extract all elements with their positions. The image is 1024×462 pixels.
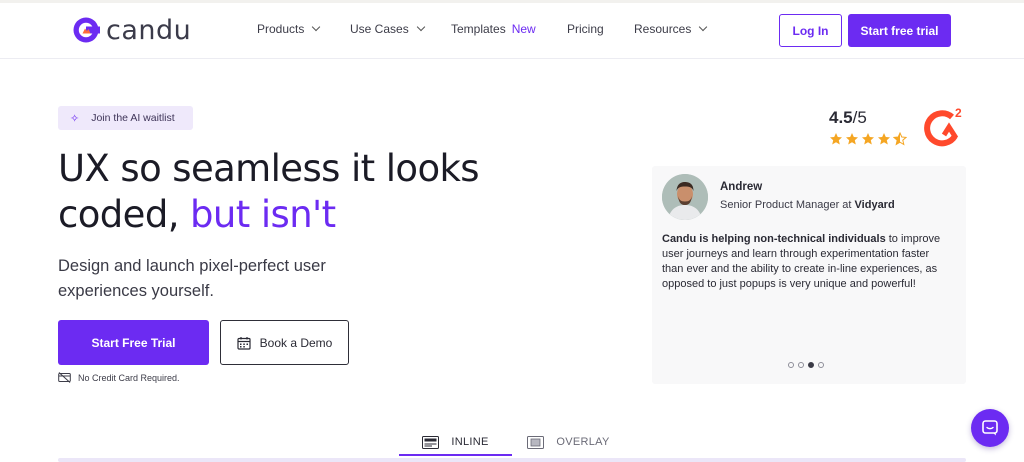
avatar xyxy=(662,174,708,220)
ai-waitlist-pill[interactable]: ✧ Join the AI waitlist xyxy=(58,106,193,130)
inline-layout-icon xyxy=(422,435,440,449)
chevron-down-icon xyxy=(416,22,425,32)
star-icon xyxy=(846,133,858,145)
book-demo-label: Book a Demo xyxy=(259,335,333,350)
nav-resources-label: Resources xyxy=(634,22,692,36)
nav-templates-label: Templates xyxy=(451,22,506,36)
carousel-dot[interactable] xyxy=(798,362,804,368)
rating-score: 4.5/5 xyxy=(829,108,867,128)
testimonial-name: Andrew xyxy=(720,181,763,193)
start-free-trial-button[interactable]: Start Free Trial xyxy=(58,320,209,365)
tab-inline[interactable]: INLINE xyxy=(399,428,512,456)
overlay-layout-icon xyxy=(527,435,545,449)
rating-out-of: /5 xyxy=(852,108,867,127)
preview-frame-edge xyxy=(58,458,966,462)
person-avatar-icon xyxy=(662,174,708,220)
testimonial-role: Senior Product Manager at Vidyard xyxy=(720,199,895,211)
carousel-dots xyxy=(788,362,828,368)
login-button[interactable]: Log In xyxy=(779,14,842,47)
testimonial-quote-bold: Candu is helping non-technical individua… xyxy=(662,233,886,245)
sparkle-icon: ✧ xyxy=(70,112,80,125)
nav-use-cases[interactable]: Use Cases xyxy=(350,22,425,36)
site-header: candu Products Use Cases Templates New P… xyxy=(0,3,1024,59)
start-trial-button[interactable]: Start free trial xyxy=(848,14,951,47)
tab-overlay-label: OVERLAY xyxy=(556,436,610,448)
nav-resources[interactable]: Resources xyxy=(634,22,708,36)
svg-text:2: 2 xyxy=(955,106,962,120)
nav-templates[interactable]: Templates New xyxy=(451,22,536,36)
nav-products[interactable]: Products xyxy=(257,22,321,36)
no-credit-card-text: No Credit Card Required. xyxy=(78,372,180,383)
carousel-dot[interactable] xyxy=(818,362,824,368)
g2-badge-icon: 2 xyxy=(924,106,962,147)
ai-waitlist-label: Join the AI waitlist xyxy=(91,112,175,124)
chat-button[interactable] xyxy=(971,409,1009,447)
chat-icon xyxy=(982,420,998,436)
candu-logo[interactable]: candu xyxy=(72,14,191,46)
rating-stars xyxy=(829,132,909,146)
chevron-down-icon xyxy=(312,22,321,32)
hero-headline: UX so seamless it looks coded, but isn't xyxy=(58,146,518,238)
testimonial-quote: Candu is helping non-technical individua… xyxy=(662,232,952,292)
star-icon xyxy=(830,133,842,145)
star-icon xyxy=(862,133,874,145)
headline-highlight: but isn't xyxy=(190,193,336,236)
carousel-dot[interactable] xyxy=(788,362,794,368)
book-demo-button[interactable]: Book a Demo xyxy=(220,320,349,365)
half-star-icon xyxy=(893,132,907,146)
nav-pricing[interactable]: Pricing xyxy=(567,22,604,36)
no-credit-card-icon xyxy=(58,372,71,383)
no-credit-card-note: No Credit Card Required. xyxy=(58,372,180,383)
hero-subhead: Design and launch pixel-perfect user exp… xyxy=(58,257,326,300)
candu-logo-icon xyxy=(73,17,100,43)
tab-overlay[interactable]: OVERLAY xyxy=(512,428,625,456)
calendar-icon xyxy=(237,336,251,350)
testimonial-company: Vidyard xyxy=(854,199,895,211)
active-tab-indicator xyxy=(399,454,512,456)
tab-inline-label: INLINE xyxy=(451,436,489,448)
nav-products-label: Products xyxy=(257,22,305,36)
carousel-dot-active[interactable] xyxy=(808,362,814,368)
brand-name: candu xyxy=(106,14,192,46)
chevron-down-icon xyxy=(699,22,708,32)
testimonial-role-text: Senior Product Manager at xyxy=(720,199,855,211)
rating-value: 4.5 xyxy=(829,108,853,127)
nav-pricing-label: Pricing xyxy=(567,22,604,36)
testimonial-card: Andrew Senior Product Manager at Vidyard… xyxy=(652,166,966,384)
star-icon xyxy=(878,133,890,145)
new-badge: New xyxy=(511,22,536,36)
nav-use-cases-label: Use Cases xyxy=(350,22,409,36)
